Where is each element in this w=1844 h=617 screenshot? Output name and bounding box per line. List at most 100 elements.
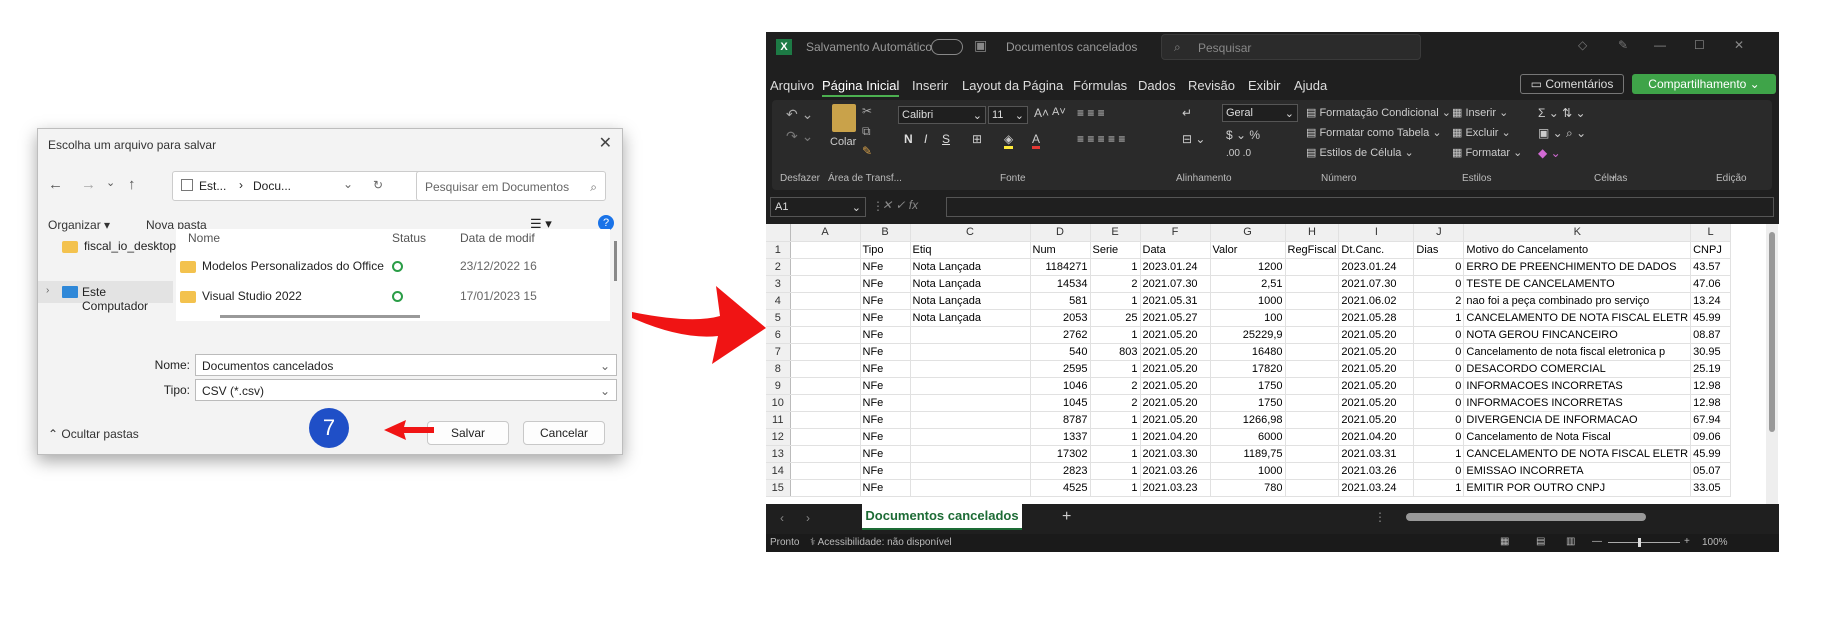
document-title[interactable]: Documentos cancelados <box>1006 40 1137 54</box>
cell[interactable] <box>790 309 861 327</box>
cell[interactable] <box>910 394 1031 412</box>
cell[interactable]: 8787 <box>1030 411 1091 429</box>
cell[interactable]: 1 <box>1413 479 1465 497</box>
cell[interactable] <box>1285 394 1340 412</box>
cell[interactable] <box>790 462 861 480</box>
save-button[interactable]: Salvar <box>427 421 509 445</box>
row-header[interactable]: 4 <box>766 292 791 310</box>
cell[interactable] <box>1285 377 1340 395</box>
decimal-icon[interactable]: .00 .0 <box>1226 148 1251 159</box>
cell[interactable] <box>790 326 861 344</box>
cell[interactable]: 2021.06.02 <box>1338 292 1415 310</box>
cell[interactable]: 1046 <box>1030 377 1091 395</box>
cell[interactable] <box>790 411 861 429</box>
cell[interactable]: 2021.05.20 <box>1140 394 1211 412</box>
underline-icon[interactable]: S <box>942 132 950 146</box>
cell[interactable]: Motivo do Cancelamento <box>1463 241 1692 259</box>
grow-font-icon[interactable]: A˄ <box>1034 106 1049 120</box>
share-button[interactable]: Compartilhamento ⌄ <box>1632 74 1776 94</box>
cell[interactable]: 2 <box>1090 275 1141 293</box>
page-break-icon[interactable]: ▥ <box>1566 536 1575 547</box>
cell[interactable] <box>790 377 861 395</box>
formula-bar[interactable] <box>946 197 1774 217</box>
cell[interactable]: 0 <box>1413 411 1465 429</box>
cell[interactable]: 2021.05.20 <box>1338 360 1415 378</box>
cell[interactable] <box>790 343 861 361</box>
cell[interactable] <box>910 326 1031 344</box>
column-header[interactable]: A <box>790 224 861 242</box>
column-header[interactable]: F <box>1140 224 1211 242</box>
cell[interactable]: 2021.05.28 <box>1338 309 1415 327</box>
cell[interactable]: 25229,9 <box>1210 326 1286 344</box>
cell[interactable]: 1266,98 <box>1210 411 1286 429</box>
tab-ajuda[interactable]: Ajuda <box>1294 78 1327 93</box>
cell[interactable] <box>910 428 1031 446</box>
shrink-font-icon[interactable]: A˅ <box>1052 106 1066 118</box>
cell[interactable] <box>910 343 1031 361</box>
cell[interactable]: Nota Lançada <box>910 292 1031 310</box>
merge-icon[interactable]: ⊟ ⌄ <box>1182 132 1205 146</box>
tab-layout[interactable]: Layout da Página <box>962 78 1063 93</box>
cell[interactable]: DESACORDO COMERCIAL <box>1463 360 1692 378</box>
chevron-down-icon[interactable]: ⌄ <box>343 177 353 191</box>
wrap-text-icon[interactable]: ↵ <box>1182 106 1192 120</box>
cell[interactable]: 2021.07.30 <box>1338 275 1415 293</box>
cell[interactable]: 45.99 <box>1690 445 1732 463</box>
fill-icon[interactable]: ▣ ⌄ ⌕ ⌄ <box>1538 126 1586 141</box>
row-header[interactable]: 13 <box>766 445 791 463</box>
cell[interactable]: 1 <box>1090 326 1141 344</box>
name-box[interactable]: A1 ⌄ <box>770 197 866 217</box>
undo-icon[interactable]: ↶ ⌄ <box>786 106 813 123</box>
cancel-button[interactable]: Cancelar <box>523 421 605 445</box>
zoom-level[interactable]: 100% <box>1702 537 1728 548</box>
maximize-icon[interactable]: ☐ <box>1694 38 1705 52</box>
formula-icons[interactable]: ✕ ✓ fx <box>882 198 918 212</box>
borders-icon[interactable]: ⊞ <box>972 132 982 146</box>
cell[interactable]: 1 <box>1090 462 1141 480</box>
cell[interactable]: 803 <box>1090 343 1141 361</box>
cell[interactable] <box>910 479 1031 497</box>
row-header[interactable]: 11 <box>766 411 791 429</box>
cell[interactable] <box>910 411 1031 429</box>
cell[interactable]: 1750 <box>1210 394 1286 412</box>
cell[interactable]: 30.95 <box>1690 343 1732 361</box>
sheet-tab[interactable]: Documentos cancelados <box>862 504 1022 530</box>
column-header[interactable]: B <box>860 224 911 242</box>
cell[interactable]: 25 <box>1090 309 1141 327</box>
cell[interactable]: 2021.05.31 <box>1140 292 1211 310</box>
cell[interactable]: 1 <box>1090 292 1141 310</box>
font-name-select[interactable]: Calibri ⌄ <box>898 106 986 124</box>
column-header[interactable]: H <box>1285 224 1340 242</box>
nav-item-fiscal[interactable]: fiscal_io_desktop <box>62 239 176 253</box>
row-header[interactable]: 15 <box>766 479 791 497</box>
cell[interactable]: NFe <box>860 377 911 395</box>
row-header[interactable]: 1 <box>766 241 791 259</box>
cell[interactable]: Dias <box>1413 241 1465 259</box>
spreadsheet-grid[interactable]: A B C D E F G H I J K L 1 Tipo Etiq Num Serie Data Valor Re… <box>766 224 1779 504</box>
cell[interactable]: 4525 <box>1030 479 1091 497</box>
horizontal-scrollbar[interactable] <box>1392 513 1768 523</box>
cell[interactable]: EMITIR POR OUTRO CNPJ <box>1463 479 1692 497</box>
cell[interactable]: 1 <box>1090 258 1141 276</box>
paste-label[interactable]: Colar <box>830 136 856 148</box>
cell[interactable]: 0 <box>1413 428 1465 446</box>
cell[interactable]: 540 <box>1030 343 1091 361</box>
autosave-toggle[interactable] <box>931 39 963 55</box>
cell[interactable]: 0 <box>1413 394 1465 412</box>
cell[interactable]: NFe <box>860 479 911 497</box>
column-header[interactable]: D <box>1030 224 1091 242</box>
cell[interactable] <box>790 258 861 276</box>
cell[interactable]: 25.19 <box>1690 360 1732 378</box>
tab-dados[interactable]: Dados <box>1138 78 1176 93</box>
cell[interactable]: 2021.04.20 <box>1140 428 1211 446</box>
row-header[interactable]: 5 <box>766 309 791 327</box>
cell[interactable]: 2021.07.30 <box>1140 275 1211 293</box>
cell[interactable]: 17820 <box>1210 360 1286 378</box>
cell[interactable]: CANCELAMENTO DE NOTA FISCAL ELETR <box>1463 309 1692 327</box>
cell[interactable]: 08.87 <box>1690 326 1732 344</box>
cell[interactable]: 2823 <box>1030 462 1091 480</box>
cell[interactable]: DIVERGENCIA DE INFORMACAO <box>1463 411 1692 429</box>
cell[interactable]: 47.06 <box>1690 275 1732 293</box>
cell[interactable]: 0 <box>1413 360 1465 378</box>
cell[interactable]: 581 <box>1030 292 1091 310</box>
